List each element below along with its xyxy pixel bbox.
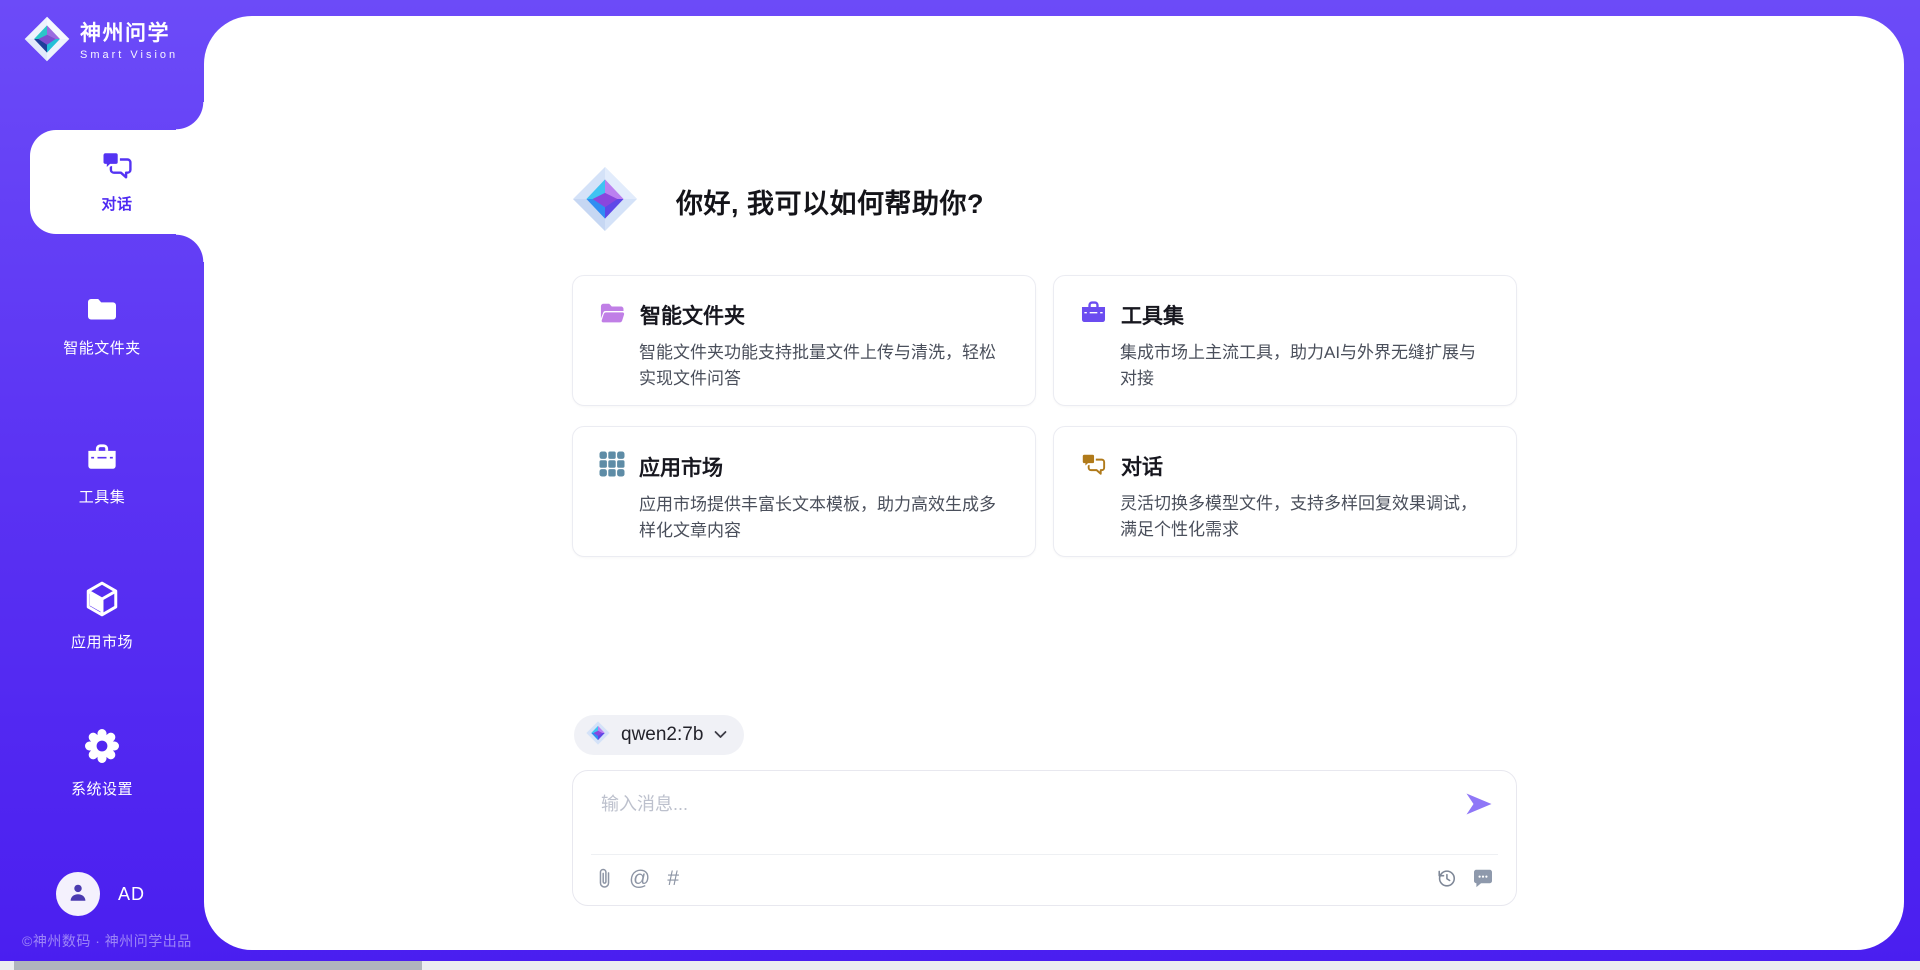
toolbox-icon <box>1080 300 1107 330</box>
card-title: 应用市场 <box>639 452 723 482</box>
sidebar: 神州问学 Smart Vision 对话 智能文件夹 <box>0 0 204 970</box>
chat-icon <box>1080 452 1107 481</box>
feedback-button[interactable] <box>1472 868 1494 888</box>
sidebar-item-chat[interactable]: 对话 <box>30 130 204 234</box>
model-selector[interactable]: qwen2:7b <box>574 715 744 755</box>
card-title: 对话 <box>1121 451 1163 481</box>
horizontal-scrollbar-track[interactable] <box>0 961 1920 970</box>
model-name: qwen2:7b <box>621 724 703 746</box>
composer-divider <box>591 854 1498 855</box>
tab-fillet-bottom <box>176 234 204 262</box>
hash-icon: # <box>667 868 679 889</box>
history-icon <box>1435 867 1457 889</box>
cube-icon <box>85 581 119 622</box>
feature-card-toolset[interactable]: 工具集 集成市场上主流工具，助力AI与外界无缝扩展与对接 <box>1053 275 1517 406</box>
user-account[interactable]: AD <box>56 872 145 916</box>
composer: @ # <box>572 770 1517 906</box>
brand-name: 神州问学 <box>80 22 178 45</box>
brand-gem-icon <box>24 16 70 67</box>
sidebar-item-label: 工具集 <box>79 486 126 507</box>
card-description: 集成市场上主流工具，助力AI与外界无缝扩展与对接 <box>1120 340 1492 392</box>
grid-icon <box>599 451 625 482</box>
gem-icon <box>586 721 610 750</box>
folder-icon <box>599 301 626 330</box>
feature-card-smart-folder[interactable]: 智能文件夹 智能文件夹功能支持批量文件上传与清洗，轻松实现文件问答 <box>572 275 1036 406</box>
tab-fillet-top <box>176 102 204 130</box>
gem-icon <box>572 166 638 237</box>
card-description: 智能文件夹功能支持批量文件上传与清洗，轻松实现文件问答 <box>639 340 1011 392</box>
card-title: 工具集 <box>1121 300 1184 330</box>
attach-button[interactable] <box>597 866 612 890</box>
chat-icon <box>100 150 134 185</box>
card-description: 灵活切换多模型文件，支持多样回复效果调试，满足个性化需求 <box>1120 491 1492 543</box>
card-description: 应用市场提供丰富长文本模板，助力高效生成多样化文章内容 <box>639 492 1011 544</box>
sidebar-item-label: 应用市场 <box>71 631 133 652</box>
page-title: 你好, 我可以如何帮助你? <box>676 182 984 221</box>
send-button[interactable] <box>1464 791 1494 817</box>
sidebar-item-smart-folder[interactable]: 智能文件夹 <box>0 296 204 358</box>
person-icon <box>66 880 90 909</box>
sidebar-item-label: 系统设置 <box>71 778 133 799</box>
message-input[interactable] <box>599 788 1433 848</box>
chat-bubble-icon <box>1472 868 1494 888</box>
feature-card-app-market[interactable]: 应用市场 应用市场提供丰富长文本模板，助力高效生成多样化文章内容 <box>572 426 1036 557</box>
user-avatar[interactable] <box>56 872 100 916</box>
folder-icon <box>86 296 118 328</box>
paperclip-icon <box>597 866 612 890</box>
main-panel: 你好, 我可以如何帮助你? 智能文件夹 智能文件夹功能支持批量文件上传与清洗，轻… <box>204 16 1904 950</box>
sidebar-item-label: 对话 <box>101 193 132 214</box>
brand: 神州问学 Smart Vision <box>24 16 178 67</box>
copyright: ©神州数码 · 神州问学出品 <box>22 931 192 951</box>
gear-icon <box>84 728 120 769</box>
card-title: 智能文件夹 <box>640 300 745 330</box>
history-button[interactable] <box>1435 867 1457 889</box>
feature-card-chat[interactable]: 对话 灵活切换多模型文件，支持多样回复效果调试，满足个性化需求 <box>1053 426 1517 557</box>
user-initials: AD <box>118 884 145 905</box>
sidebar-item-settings[interactable]: 系统设置 <box>0 728 204 799</box>
at-icon: @ <box>629 868 650 889</box>
sidebar-item-app-market[interactable]: 应用市场 <box>0 581 204 652</box>
sidebar-item-label: 智能文件夹 <box>63 337 141 358</box>
greeting-block: 你好, 我可以如何帮助你? <box>572 166 984 237</box>
chevron-down-icon <box>714 726 727 744</box>
sidebar-item-toolset[interactable]: 工具集 <box>0 443 204 507</box>
main-content: 你好, 我可以如何帮助你? 智能文件夹 智能文件夹功能支持批量文件上传与清洗，轻… <box>572 16 1517 950</box>
feature-cards: 智能文件夹 智能文件夹功能支持批量文件上传与清洗，轻松实现文件问答 工具集 <box>572 275 1517 557</box>
brand-subtitle: Smart Vision <box>80 49 178 61</box>
send-icon <box>1464 805 1494 820</box>
horizontal-scrollbar-thumb[interactable] <box>14 961 422 970</box>
toolbox-icon <box>86 443 118 477</box>
hash-button[interactable]: # <box>667 868 679 889</box>
mention-button[interactable]: @ <box>629 868 650 889</box>
